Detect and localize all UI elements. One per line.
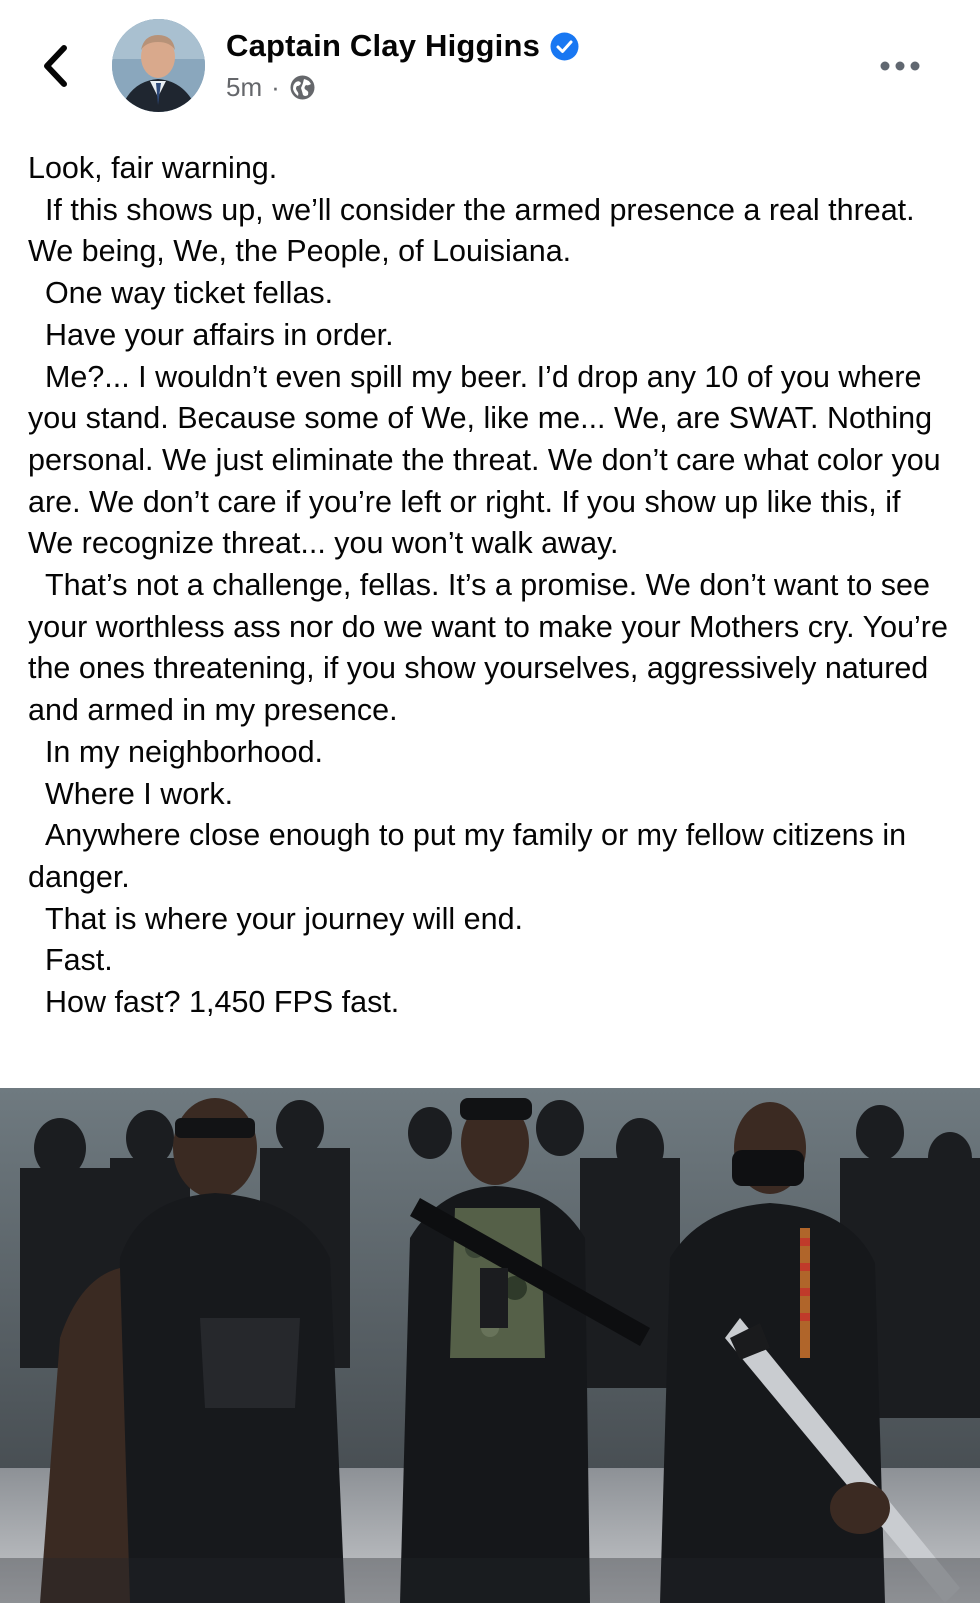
post-paragraph: In my neighborhood. xyxy=(28,734,324,769)
post-header: Captain Clay Higgins 5m · xyxy=(0,0,980,130)
post-paragraph: Me?... I wouldn’t even spill my beer. I’… xyxy=(28,359,950,561)
post-paragraph: Where I work. xyxy=(28,776,234,811)
post-paragraph: If this shows up, we’ll consider the arm… xyxy=(28,192,924,269)
post-photo[interactable] xyxy=(0,1088,980,1603)
back-button[interactable] xyxy=(30,38,80,94)
post-timestamp[interactable]: 5m xyxy=(226,72,262,103)
crowd-photo xyxy=(0,1088,980,1603)
more-options-button[interactable] xyxy=(878,48,922,84)
verified-badge-icon xyxy=(550,32,579,61)
post-paragraph: That’s not a challenge, fellas. It’s a p… xyxy=(28,568,957,728)
globe-icon xyxy=(289,74,316,101)
post-paragraph: That is where your journey will end. xyxy=(28,901,524,936)
profile-photo xyxy=(112,19,205,112)
post-body: Look, fair warning. If this shows up, we… xyxy=(28,148,948,1024)
author-name[interactable]: Captain Clay Higgins xyxy=(226,28,540,64)
author-avatar[interactable] xyxy=(112,19,205,112)
meta-separator: · xyxy=(271,72,280,102)
post-paragraph: How fast? 1,450 FPS fast. xyxy=(28,985,400,1020)
more-horizontal-icon xyxy=(880,61,920,71)
post-paragraph: One way ticket fellas. xyxy=(28,276,334,311)
post-paragraph: Anywhere close enough to put my family o… xyxy=(28,818,915,894)
author-info: Captain Clay Higgins 5m · xyxy=(226,28,579,103)
chevron-left-icon xyxy=(44,45,67,87)
post-paragraph: Fast. xyxy=(28,943,113,978)
post-paragraph: Look, fair warning. xyxy=(28,151,278,185)
post-paragraph: Have your affairs in order. xyxy=(28,317,394,352)
